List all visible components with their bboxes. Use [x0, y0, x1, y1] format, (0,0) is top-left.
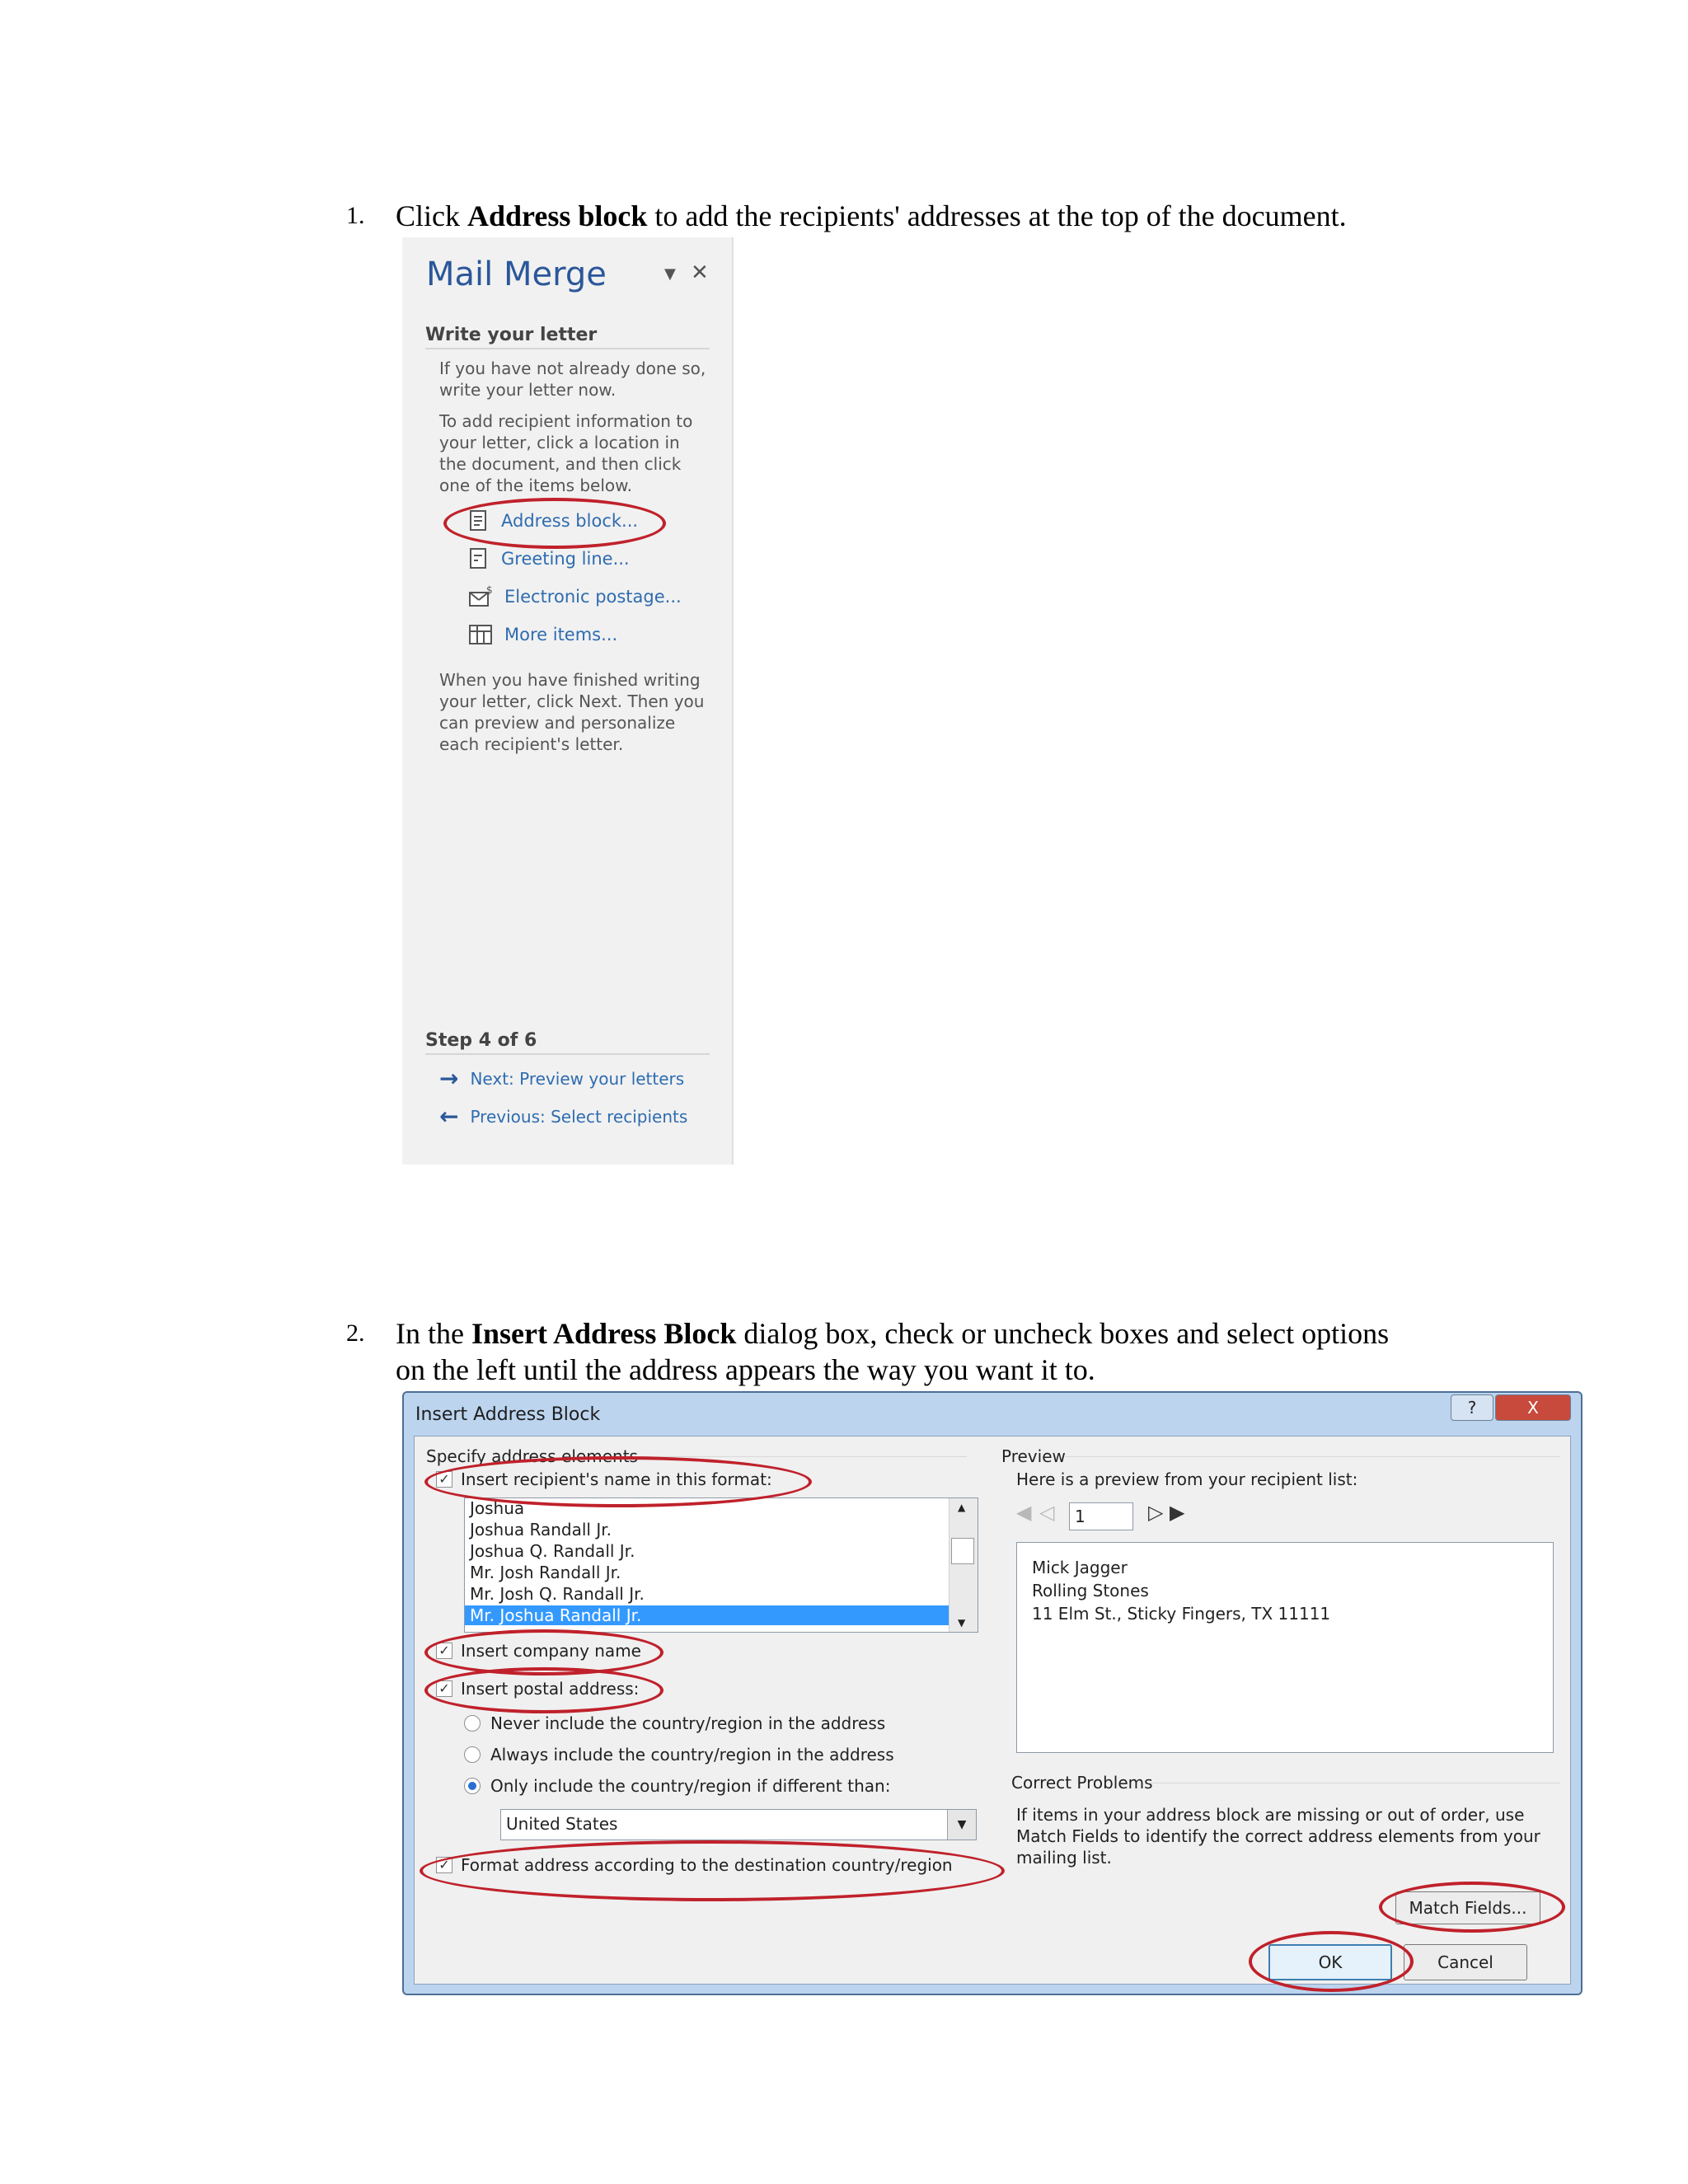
only-different-country-label: Only include the country/region if diffe… — [490, 1776, 891, 1796]
address-block-label: Address block... — [501, 511, 639, 531]
insert-address-block-dialog: Insert Address Block ? X Specify address… — [402, 1391, 1582, 1995]
step-2-instruction: 2. In the Insert Address Block dialog bo… — [346, 1315, 1582, 1391]
step-2-text: In the Insert Address Block dialog box, … — [396, 1317, 1390, 1350]
step-1-number: 1. — [346, 202, 365, 229]
instruction-paragraph-2: To add recipient information to your let… — [439, 411, 693, 495]
more-items-icon — [469, 625, 492, 644]
country-select[interactable]: United States ▼ — [500, 1809, 977, 1840]
step-indicator: Step 4 of 6 — [425, 1030, 537, 1051]
insert-name-checkbox[interactable]: ✓ — [436, 1471, 452, 1488]
insert-company-checkbox[interactable]: ✓ — [436, 1643, 452, 1659]
previous-step-label: Previous: Select recipients — [470, 1106, 688, 1127]
svg-text:$: $ — [486, 585, 493, 596]
insert-postal-label: Insert postal address: — [461, 1679, 640, 1699]
insert-postal-checkbox[interactable]: ✓ — [436, 1680, 452, 1697]
step-1-text: Click Address block to add the recipient… — [396, 199, 1347, 232]
country-select-value: United States — [506, 1814, 618, 1834]
more-items-label: More items... — [504, 625, 618, 644]
greeting-line-link[interactable]: Greeting line... — [468, 547, 630, 570]
list-scrollbar[interactable]: ▲ ▼ — [949, 1498, 978, 1632]
scroll-thumb[interactable] — [951, 1538, 974, 1564]
always-country-label: Always include the country/region in the… — [490, 1745, 894, 1765]
arrow-left-icon: ← — [439, 1103, 459, 1130]
preview-line: Rolling Stones — [1032, 1581, 1149, 1601]
cancel-button[interactable]: Cancel — [1404, 1944, 1527, 1980]
last-record-icon[interactable]: ▶ — [1170, 1501, 1184, 1524]
step-1-instruction: 1. Click Address block to add the recipi… — [346, 198, 1582, 239]
list-item[interactable]: Joshua — [470, 1498, 524, 1518]
dropdown-arrow-icon[interactable]: ▼ — [664, 265, 676, 283]
close-button[interactable]: X — [1495, 1394, 1571, 1421]
preview-line: Mick Jagger — [1032, 1558, 1128, 1577]
name-format-list[interactable]: Joshua Joshua Randall Jr. Joshua Q. Rand… — [464, 1497, 978, 1633]
section-heading: Write your letter — [425, 325, 598, 345]
dialog-body: Specify address elements ✓ Insert recipi… — [414, 1436, 1571, 1992]
next-step-label: Next: Preview your letters — [470, 1068, 685, 1089]
instruction-paragraph-3: When you have finished writing your lett… — [439, 670, 705, 754]
section-divider — [425, 348, 710, 349]
preview-group-label: Preview — [1001, 1446, 1066, 1466]
list-item[interactable]: Mr. Josh Q. Randall Jr. — [470, 1584, 645, 1604]
insert-company-label: Insert company name — [461, 1641, 641, 1661]
close-icon[interactable]: ✕ — [691, 260, 709, 285]
electronic-postage-label: Electronic postage... — [504, 587, 682, 607]
chevron-down-icon[interactable]: ▼ — [947, 1810, 976, 1840]
dialog-title: Insert Address Block — [415, 1404, 601, 1425]
insert-name-label: Insert recipient's name in this format: — [461, 1469, 772, 1489]
specify-group-divider — [637, 1456, 967, 1457]
step-2-number: 2. — [346, 1319, 365, 1347]
preview-line: 11 Elm St., Sticky Fingers, TX 11111 — [1032, 1604, 1331, 1624]
record-number-input[interactable]: 1 — [1069, 1502, 1133, 1530]
address-block-icon — [470, 510, 486, 531]
instruction-paragraph-1: If you have not already done so, write y… — [439, 359, 706, 400]
address-block-link[interactable]: Address block... — [468, 509, 638, 532]
pane-title: Mail Merge — [426, 255, 607, 293]
scroll-up-icon[interactable]: ▲ — [958, 1502, 965, 1513]
first-record-icon[interactable]: ◀ — [1016, 1501, 1031, 1524]
greeting-line-label: Greeting line... — [501, 549, 630, 569]
next-step-link[interactable]: → Next: Preview your letters — [439, 1065, 684, 1092]
preview-group-divider — [1066, 1456, 1560, 1457]
list-item[interactable]: Joshua Q. Randall Jr. — [470, 1541, 635, 1561]
greeting-line-icon — [470, 548, 486, 569]
preview-intro: Here is a preview from your recipient li… — [1016, 1469, 1358, 1489]
step-divider — [425, 1053, 710, 1055]
format-destination-label: Format address according to the destinat… — [461, 1855, 953, 1875]
more-items-link[interactable]: More items... — [468, 623, 617, 646]
previous-step-link[interactable]: ← Previous: Select recipients — [439, 1103, 687, 1130]
format-destination-checkbox[interactable]: ✓ — [436, 1857, 452, 1873]
match-fields-button[interactable]: Match Fields... — [1395, 1891, 1540, 1924]
electronic-postage-link[interactable]: $ Electronic postage... — [468, 585, 682, 608]
electronic-postage-icon: $ — [469, 585, 493, 607]
previous-record-icon[interactable]: ◁ — [1039, 1501, 1054, 1524]
next-record-icon[interactable]: ▷ — [1148, 1501, 1163, 1524]
help-button[interactable]: ? — [1451, 1394, 1493, 1421]
never-country-radio[interactable] — [464, 1715, 481, 1732]
step-2-text-line-2: on the left until the address appears th… — [396, 1353, 1095, 1386]
list-item-selected[interactable]: Mr. Joshua Randall Jr. — [465, 1605, 950, 1625]
arrow-right-icon: → — [439, 1065, 459, 1092]
scroll-down-icon[interactable]: ▼ — [958, 1617, 965, 1629]
ok-button[interactable]: OK — [1268, 1944, 1392, 1980]
correct-problems-text: If items in your address block are missi… — [1016, 1805, 1540, 1868]
address-preview-box: Mick Jagger Rolling Stones 11 Elm St., S… — [1016, 1542, 1554, 1753]
never-country-label: Never include the country/region in the … — [490, 1713, 886, 1733]
list-item[interactable]: Mr. Josh Randall Jr. — [470, 1563, 621, 1582]
mail-merge-pane: Mail Merge ▼ ✕ Write your letter If you … — [402, 237, 734, 1165]
correct-problems-label: Correct Problems — [1011, 1773, 1153, 1793]
specify-group-label: Specify address elements — [426, 1446, 638, 1466]
always-country-radio[interactable] — [464, 1746, 481, 1763]
only-different-country-radio[interactable] — [464, 1778, 481, 1794]
list-item[interactable]: Joshua Randall Jr. — [470, 1520, 612, 1540]
